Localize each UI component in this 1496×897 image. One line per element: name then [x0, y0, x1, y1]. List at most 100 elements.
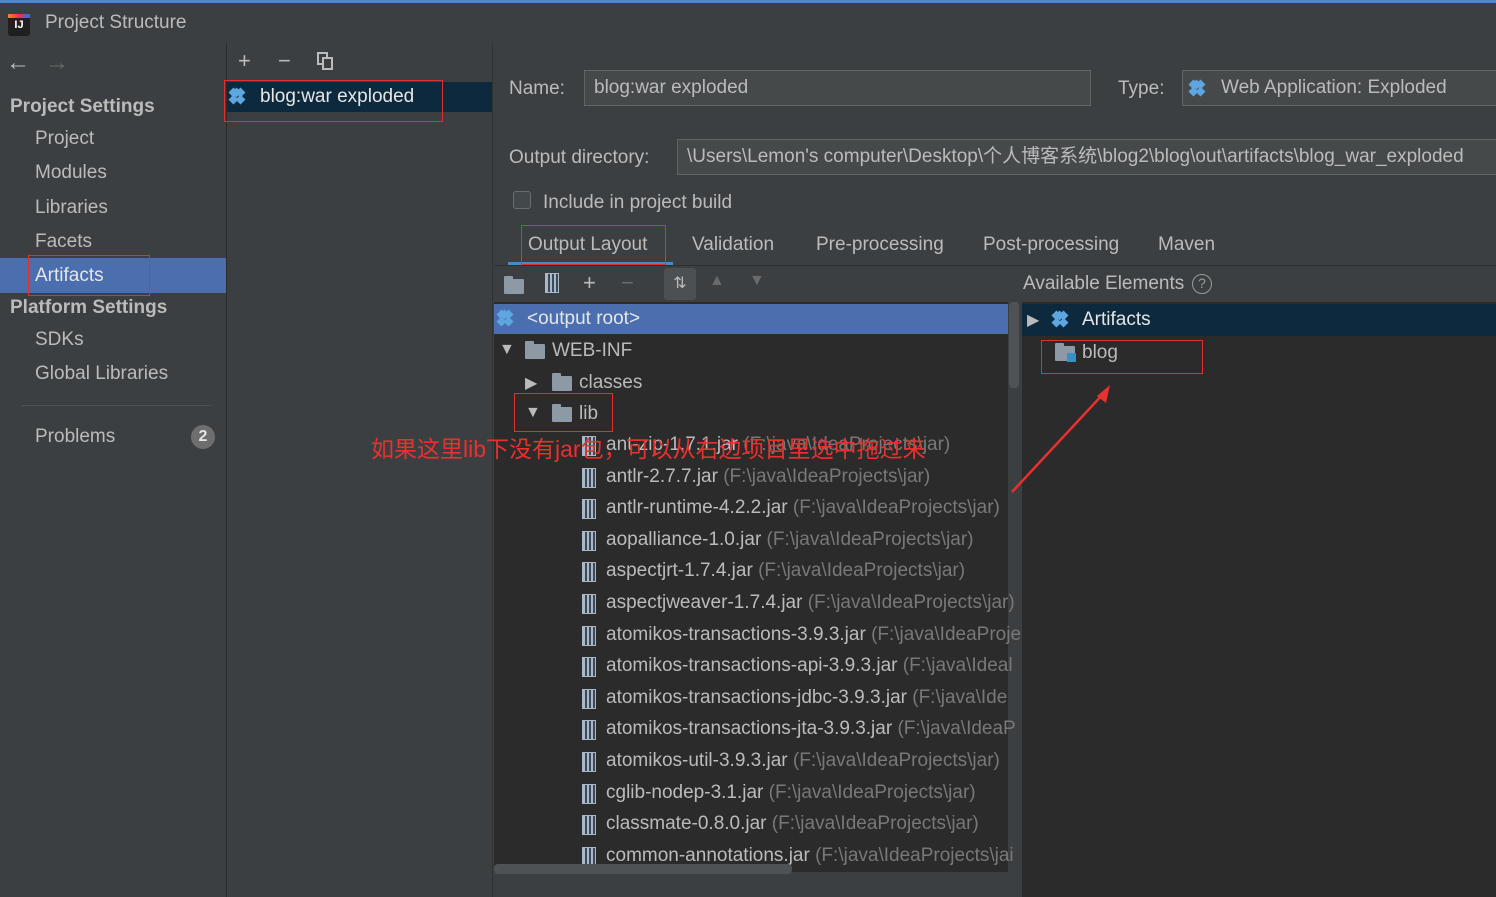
sidebar-item-project[interactable]: Project	[35, 128, 94, 150]
jar-name: classmate-0.8.0.jar	[606, 813, 767, 835]
sort-elements-icon[interactable]: ⇅	[664, 268, 696, 300]
jar-item[interactable]: atomikos-transactions-api-3.9.3.jar (F:\…	[606, 655, 1013, 677]
jar-item[interactable]: cglib-nodep-3.1.jar (F:\java\IdeaProject…	[606, 782, 976, 804]
tab-post-processing[interactable]: Post-processing	[983, 234, 1119, 256]
jar-path: (F:\java\Ideal	[902, 655, 1013, 677]
output-directory-field[interactable]: \Users\Lemon's computer\Desktop\个人博客系统\b…	[677, 139, 1496, 175]
jar-name: common-annotations.jar	[606, 844, 810, 866]
include-in-build-label[interactable]: Include in project build	[543, 192, 732, 214]
jar-icon	[582, 688, 596, 709]
annotation-arrow	[1011, 385, 1110, 493]
jar-name: cglib-nodep-3.1.jar	[606, 781, 764, 803]
jar-path: (F:\java\IdeaProjects\jar)	[758, 560, 966, 582]
jar-item[interactable]: aopalliance-1.0.jar (F:\java\IdeaProject…	[606, 529, 974, 551]
help-icon[interactable]: ?	[1192, 274, 1212, 294]
tree-label-output-root[interactable]: <output root>	[527, 308, 640, 330]
jar-item[interactable]: atomikos-transactions-3.9.3.jar (F:\java…	[606, 624, 1021, 646]
include-in-build-checkbox[interactable]	[513, 191, 531, 209]
folder-icon	[525, 341, 545, 359]
jar-name: atomikos-transactions-3.9.3.jar	[606, 623, 866, 645]
copy-icon[interactable]	[317, 52, 333, 70]
jar-item[interactable]: atomikos-transactions-jta-3.9.3.jar (F:\…	[606, 718, 1016, 740]
jar-icon	[582, 752, 596, 772]
highlight-box-artifact	[224, 80, 443, 122]
jar-name: aopalliance-1.0.jar	[606, 528, 762, 550]
jar-item[interactable]: antlr-runtime-4.2.2.jar (F:\java\IdeaPro…	[606, 497, 1000, 519]
tree-label-artifacts[interactable]: Artifacts	[1082, 309, 1151, 331]
available-elements-title: Available Elements	[1023, 273, 1185, 294]
jar-name: aspectjrt-1.7.4.jar	[606, 560, 753, 582]
jar-item[interactable]: aspectjrt-1.7.4.jar (F:\java\IdeaProject…	[606, 560, 965, 582]
sidebar-item-modules[interactable]: Modules	[35, 162, 107, 184]
tab-maven[interactable]: Maven	[1158, 234, 1215, 256]
jar-name: atomikos-transactions-jdbc-3.9.3.jar	[606, 686, 907, 708]
tree-label-classes[interactable]: classes	[579, 372, 642, 394]
tree-label-web-inf[interactable]: WEB-INF	[552, 340, 632, 362]
remove-element-icon[interactable]: −	[621, 270, 634, 296]
highlight-box-output-layout	[521, 225, 666, 265]
jar-name: atomikos-transactions-api-3.9.3.jar	[606, 655, 898, 677]
jar-icon	[582, 594, 596, 614]
sidebar-item-libraries[interactable]: Libraries	[35, 197, 108, 219]
sidebar-item-sdks[interactable]: SDKs	[35, 329, 84, 351]
jar-item[interactable]: classmate-0.8.0.jar (F:\java\IdeaProject…	[606, 813, 979, 835]
collapsed-arrow-icon[interactable]: ▶	[1027, 310, 1039, 330]
jar-path: (F:\java\IdeaP	[897, 718, 1016, 740]
tab-pre-processing[interactable]: Pre-processing	[816, 234, 944, 256]
highlight-box-lib	[514, 393, 613, 432]
jar-icon	[582, 562, 596, 583]
jar-icon	[582, 783, 596, 804]
jar-item[interactable]: atomikos-transactions-jdbc-3.9.3.jar (F:…	[606, 687, 1007, 709]
name-field[interactable]: blog:war exploded	[584, 70, 1091, 106]
sidebar-item-global-libraries[interactable]: Global Libraries	[35, 363, 168, 385]
move-up-icon[interactable]: ▲	[709, 272, 725, 290]
add-archive-icon[interactable]	[545, 273, 559, 293]
jar-path: (F:\java\IdeaProjects\jar)	[792, 497, 1000, 519]
jar-path: (F:\java\IdeaProjects\jar)	[771, 813, 979, 835]
output-directory-label: Output directory:	[509, 147, 650, 168]
remove-icon[interactable]: −	[278, 48, 291, 74]
back-arrow-icon[interactable]: ←	[6, 49, 30, 77]
type-label: Type:	[1118, 78, 1165, 99]
highlight-box-artifacts	[28, 255, 150, 296]
tabs-divider	[494, 265, 1496, 266]
jar-icon	[582, 530, 596, 551]
jar-path: (F:\java\IdeaProjects\jar)	[768, 781, 976, 803]
jar-path: (F:\java\IdeaProjects\jai	[815, 844, 1014, 866]
tree-row-output-root[interactable]: <output root>	[494, 304, 1008, 334]
folder-icon	[552, 373, 572, 391]
jar-path: (F:\java\Ide	[912, 686, 1008, 708]
intellij-app-icon: IJ	[8, 14, 30, 36]
sidebar: ← → Project Settings Project Modules Lib…	[0, 43, 227, 897]
jar-name: antlr-2.7.7.jar	[606, 465, 718, 487]
expanded-arrow-icon[interactable]: ▼	[499, 341, 515, 359]
jar-item[interactable]: atomikos-util-3.9.3.jar (F:\java\IdeaPro…	[606, 750, 1000, 772]
collapsed-arrow-icon[interactable]: ▶	[525, 373, 537, 393]
tree-row-artifacts[interactable]: ▶ Artifacts	[1022, 304, 1496, 336]
sidebar-item-facets[interactable]: Facets	[35, 231, 92, 253]
jar-path: (F:\java\IdeaProjects\jar)	[792, 750, 1000, 771]
jar-icon	[582, 625, 596, 646]
jar-name: aspectjweaver-1.7.4.jar	[606, 592, 803, 613]
sidebar-item-problems[interactable]: Problems	[35, 426, 115, 448]
jar-item[interactable]: antlr-2.7.7.jar (F:\java\IdeaProjects\ja…	[606, 466, 930, 488]
sidebar-divider	[22, 405, 212, 406]
add-copy-of-icon[interactable]: +	[583, 270, 596, 296]
jar-icon	[582, 815, 596, 836]
highlight-box-blog	[1041, 340, 1203, 374]
web-app-type-icon	[1193, 81, 1209, 97]
jar-path: (F:\java\IdeaProjects\jar)	[723, 465, 931, 487]
move-down-icon[interactable]: ▼	[749, 272, 765, 290]
forward-arrow-icon[interactable]: →	[45, 49, 69, 77]
create-directory-icon[interactable]	[504, 276, 524, 294]
tab-validation[interactable]: Validation	[692, 234, 774, 256]
type-select-value: Web Application: Exploded	[1221, 77, 1447, 98]
add-icon[interactable]: +	[238, 48, 251, 74]
jar-icon	[582, 499, 596, 520]
jar-path: (F:\java\IdeaProje	[871, 623, 1021, 645]
type-select[interactable]: Web Application: Exploded	[1182, 70, 1496, 106]
jar-item[interactable]: aspectjweaver-1.7.4.jar (F:\java\IdeaPro…	[606, 592, 1015, 614]
horizontal-scrollbar[interactable]	[494, 864, 792, 874]
output-root-icon	[501, 311, 517, 327]
annotation-text: 如果这里lib下没有jar包，可以从右边项目里选中拖过来	[371, 436, 926, 462]
